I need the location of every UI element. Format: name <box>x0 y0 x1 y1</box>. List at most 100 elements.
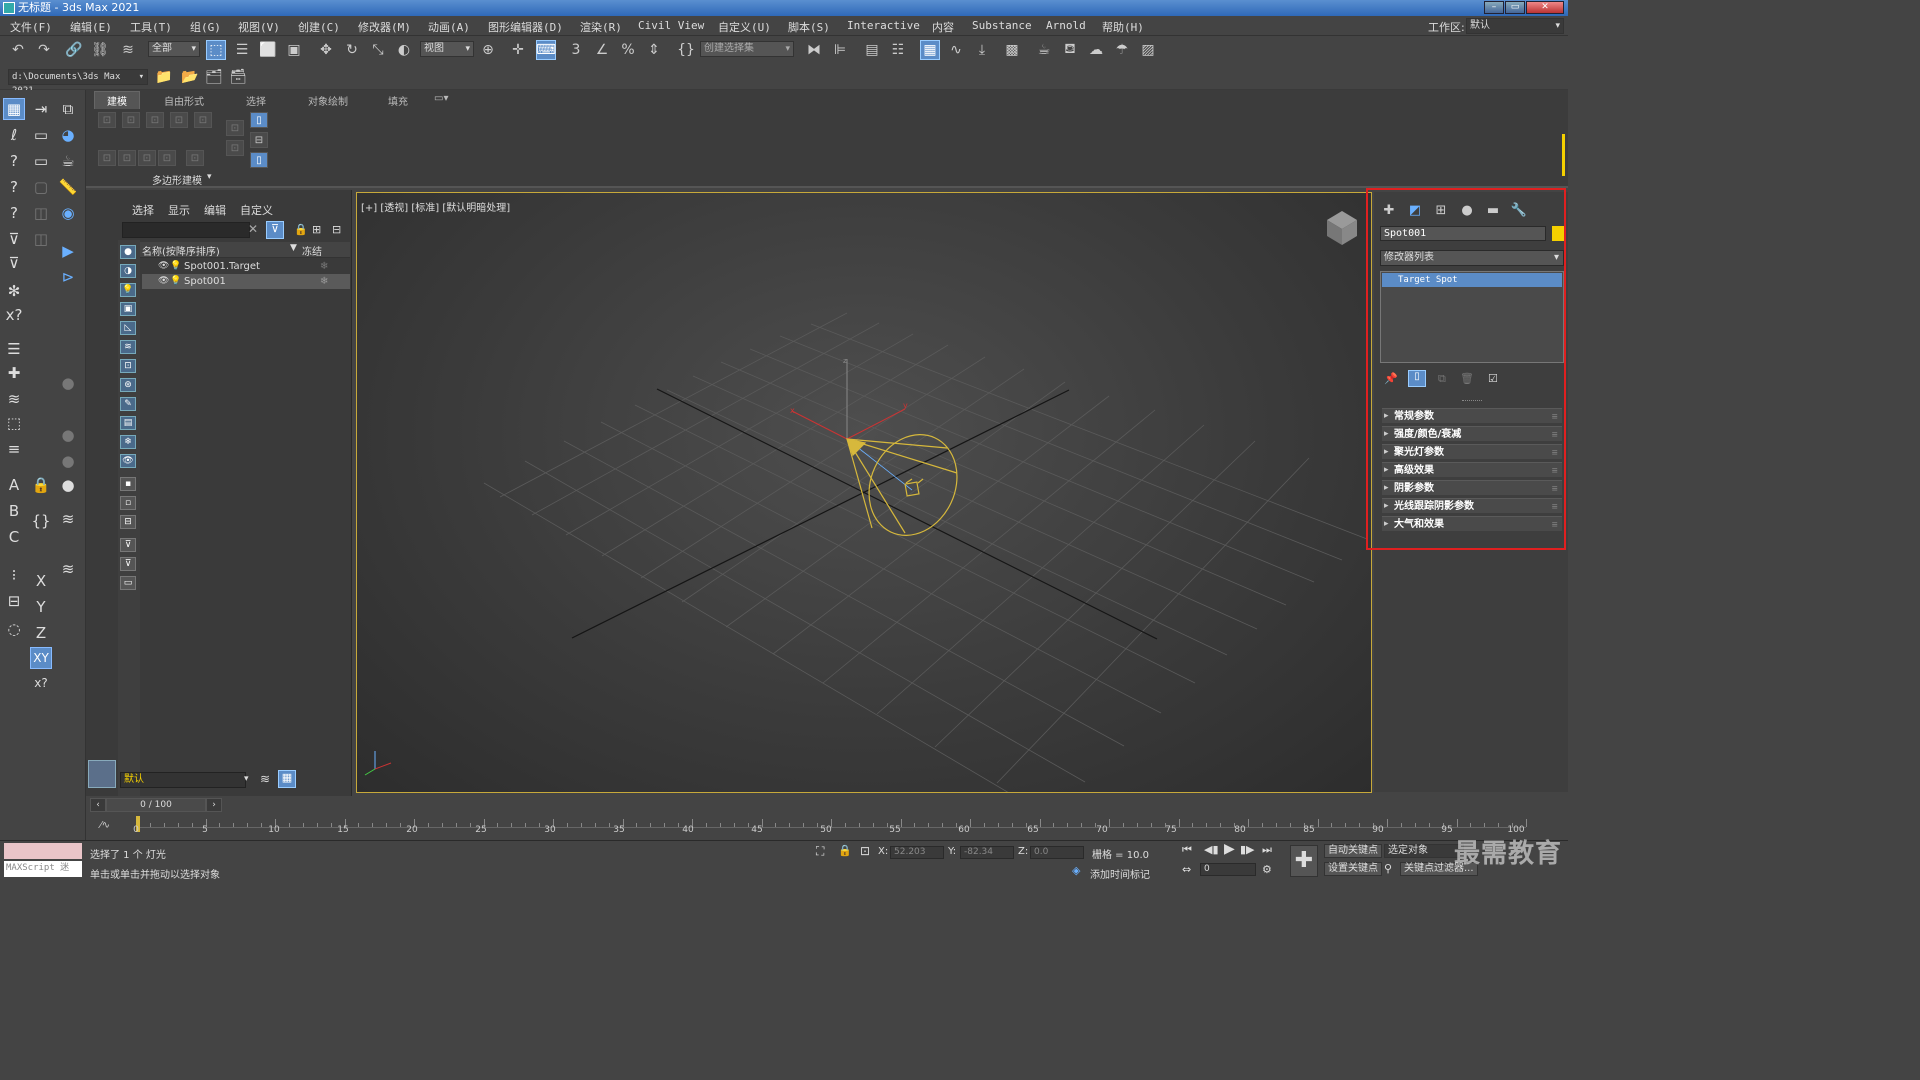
mesh-icon[interactable]: ◫ <box>30 202 52 224</box>
ribbon-btn-9[interactable]: ⊡ <box>158 150 176 166</box>
helper-icon[interactable]: ◉ <box>57 202 79 224</box>
stack-icon[interactable]: ≋ <box>3 388 25 410</box>
menu-rendering[interactable]: 渲染(R) <box>580 19 622 35</box>
project-folder-icon[interactable]: 📁 <box>154 67 174 87</box>
project-create-icon[interactable]: 🗂 <box>204 67 224 87</box>
ribbon-btn-3[interactable]: ⊡ <box>146 112 164 128</box>
layer-manager-icon[interactable]: ▦ <box>278 770 296 788</box>
brace-icon[interactable]: {} <box>30 510 52 532</box>
rollout-raytraced-shadow-params[interactable]: 光线跟踪阴影参数 <box>1382 498 1562 514</box>
menu-scripting[interactable]: 脚本(S) <box>788 19 830 35</box>
key-filter-icon[interactable]: ⚲ <box>1384 862 1392 875</box>
ribbon-btn-5[interactable]: ⊡ <box>194 112 212 128</box>
axis-xy-icon[interactable]: XY <box>30 647 52 669</box>
ribbon-btn-14[interactable]: ⊟ <box>250 132 268 148</box>
filter-xrefs-icon[interactable]: ⊛ <box>120 378 136 392</box>
hierarchy-tab-icon[interactable]: ⊞ <box>1432 202 1450 218</box>
dotted-circle-icon[interactable]: ◌ <box>3 618 25 640</box>
ribbon-btn-13[interactable]: ▯ <box>250 112 268 128</box>
snaps-toggle-icon[interactable]: 3 <box>566 40 586 60</box>
render-cloud-icon[interactable]: ☂ <box>1112 40 1132 60</box>
ribbon-btn-12[interactable]: ⊡ <box>226 140 244 156</box>
rendered-frame-icon[interactable]: ⛾ <box>1060 40 1080 60</box>
menu-file[interactable]: 文件(F) <box>10 19 52 35</box>
ribbon-btn-2[interactable]: ⊡ <box>122 112 140 128</box>
pin-stack-icon[interactable]: 📌 <box>1384 372 1398 385</box>
text-b-icon[interactable]: B <box>3 500 25 522</box>
show-end-result-icon[interactable]: ▯ <box>1408 370 1426 387</box>
menu-civil-view[interactable]: Civil View <box>638 19 704 32</box>
lasso-icon[interactable]: ℓ <box>3 124 25 146</box>
explorer-search-input[interactable] <box>122 222 250 238</box>
ribbon-tab-object-paint[interactable]: 对象绘制 <box>308 93 348 108</box>
filter-none-icon[interactable]: ▫ <box>120 496 136 510</box>
remove-modifier-icon[interactable]: 🗑 <box>1460 372 1474 385</box>
named-selection-set-dropdown[interactable]: 创建选择集 <box>700 41 794 57</box>
axis-x-icon[interactable]: X <box>30 570 52 592</box>
configure-sets-icon[interactable]: ☑ <box>1488 372 1498 385</box>
visibility-eye-icon[interactable]: 👁 <box>158 274 169 289</box>
spinner-snap-icon[interactable]: ⇕ <box>644 40 664 60</box>
scale-icon[interactable]: ⤡ <box>368 40 388 60</box>
rollout-intensity-color-attenuation[interactable]: 强度/颜色/衰减 <box>1382 426 1562 442</box>
filter-groups-icon[interactable]: ⊡ <box>120 359 136 373</box>
minimize-button[interactable]: – <box>1484 1 1504 14</box>
redo-icon[interactable]: ↷ <box>34 40 54 60</box>
modify-tab-icon[interactable]: ◩ <box>1406 202 1424 218</box>
selection-filter-dropdown[interactable]: 全部 <box>148 41 200 57</box>
frozen-snowflake-icon[interactable]: ❄ <box>320 259 328 274</box>
percent-snap-icon[interactable]: % <box>618 40 638 60</box>
ribbon-group-label[interactable]: 多边形建模 <box>152 172 202 187</box>
menu-group[interactable]: 组(G) <box>190 19 221 35</box>
filter-containers-icon[interactable]: ▤ <box>120 416 136 430</box>
teapot-icon[interactable]: ☕ <box>57 150 79 172</box>
menu-create[interactable]: 创建(C) <box>298 19 340 35</box>
render-iterative-icon[interactable]: ▨ <box>1138 40 1158 60</box>
filter-lights-icon[interactable]: 💡 <box>120 283 136 297</box>
axis-x-question-icon[interactable]: x? <box>30 672 52 694</box>
explorer-tab-display[interactable]: 显示 <box>168 202 190 218</box>
create-tab-icon[interactable]: ✚ <box>1380 202 1398 218</box>
splitter-handle[interactable] <box>1462 400 1482 402</box>
object-color-swatch[interactable] <box>1552 226 1564 241</box>
menu-content[interactable]: 内容 <box>932 19 954 35</box>
filter-funnel-icon[interactable]: ⊽ <box>120 538 136 552</box>
ribbon-btn-8[interactable]: ⊡ <box>138 150 156 166</box>
filter-spacewarps-icon[interactable]: ≋ <box>120 340 136 354</box>
selection-lock-icon[interactable]: 🔒 <box>838 844 852 857</box>
menu-substance[interactable]: Substance <box>972 19 1032 32</box>
col-frozen-header[interactable]: 冻结 <box>302 243 322 258</box>
make-unique-icon[interactable]: ⧉ <box>1438 372 1446 386</box>
explorer-tab-customize[interactable]: 自定义 <box>240 202 273 218</box>
sphere2-icon[interactable]: ● <box>57 424 79 446</box>
sphere-icon[interactable]: ● <box>57 372 79 394</box>
maxscript-listener-top[interactable] <box>4 843 82 859</box>
explorer-tab-edit[interactable]: 编辑 <box>204 202 226 218</box>
close-button[interactable]: ✕ <box>1526 1 1564 14</box>
angle-snap-icon[interactable]: ∠ <box>592 40 612 60</box>
coord-z-field[interactable]: 0.0 <box>1030 846 1084 859</box>
ribbon-tab-modeling[interactable]: 建模 <box>94 91 140 109</box>
unlink-icon[interactable]: ⛓ <box>90 40 110 60</box>
track-bar-menu-icon[interactable]: ⁄∿ <box>100 820 110 831</box>
lock-icon[interactable]: 🔒 <box>30 474 52 496</box>
hierarchy-icon[interactable]: ⊞ <box>312 223 321 236</box>
menu-edit[interactable]: 编辑(E) <box>70 19 112 35</box>
frozen-snowflake-icon[interactable]: ❄ <box>320 274 328 289</box>
dotted-a-icon[interactable]: ⁝ <box>3 564 25 586</box>
filter-geometry-icon[interactable]: ● <box>120 245 136 259</box>
scene-explorer-icon[interactable]: ▤ <box>862 40 882 60</box>
menu-modifiers[interactable]: 修改器(M) <box>358 19 411 35</box>
play-icon[interactable]: ▶ <box>1224 841 1235 857</box>
lasso-question-icon[interactable]: ? <box>3 150 25 172</box>
ribbon-btn-10[interactable]: ⊡ <box>186 150 204 166</box>
goto-end-icon[interactable]: ⏭ <box>1262 843 1272 857</box>
ribbon-btn-7[interactable]: ⊡ <box>118 150 136 166</box>
mesh2-icon[interactable]: ◫ <box>30 228 52 250</box>
shape-icon[interactable]: ▢ <box>30 176 52 198</box>
ruler-icon[interactable]: 📏 <box>57 176 79 198</box>
goto-start-icon[interactable]: ⏮ <box>1182 843 1192 857</box>
select-object-icon[interactable]: ⬚ <box>206 40 226 60</box>
ribbon-btn-4[interactable]: ⊡ <box>170 112 188 128</box>
viewport-layout-icon[interactable] <box>88 760 116 788</box>
